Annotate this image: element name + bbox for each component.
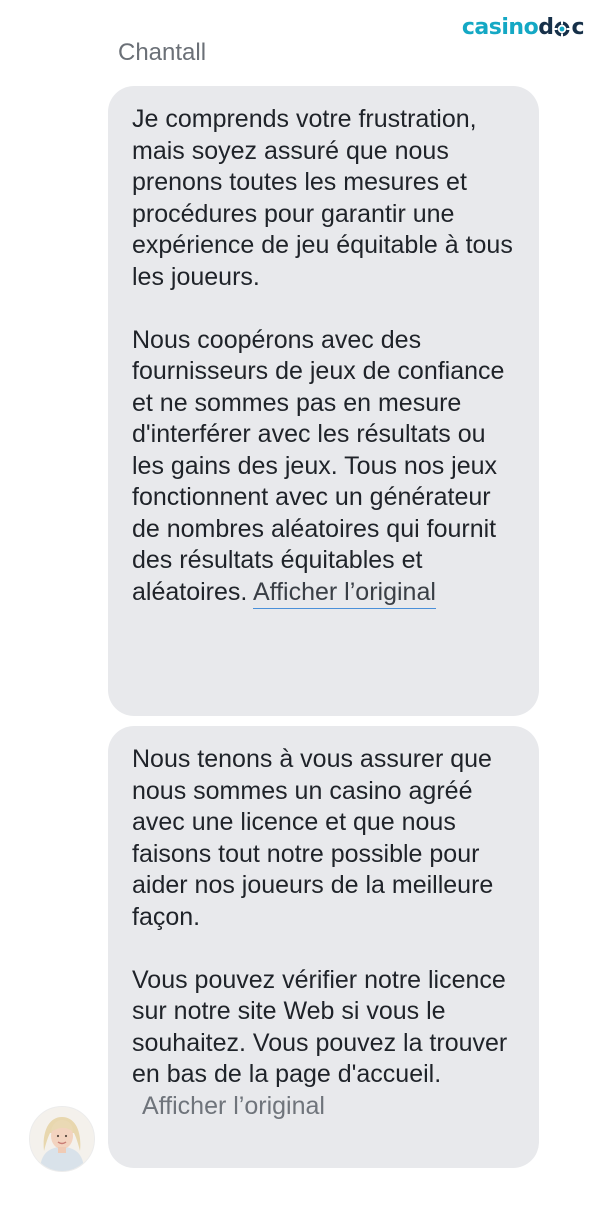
casinodoc-logo: casino d c (461, 12, 585, 44)
message-paragraph: Nous coopérons avec des fournisseurs de … (132, 325, 515, 609)
agent-avatar-image (30, 1107, 94, 1171)
agent-avatar (29, 1106, 95, 1172)
poker-chip-icon (554, 21, 570, 37)
logo-text-c: c (571, 15, 584, 40)
logo-text-d: d (538, 15, 554, 40)
message-paragraph: Vous pouvez vérifier notre licence sur n… (132, 965, 508, 1089)
message-paragraph: Je comprends votre frustration, mais soy… (132, 105, 513, 291)
show-original-link[interactable]: Afficher l’original (252, 577, 436, 609)
message-text: Nous coopérons avec des fournisseurs de … (132, 325, 505, 606)
show-original-link[interactable]: Afficher l’original (142, 1091, 515, 1123)
message-paragraph: Nous tenons à vous assurer que nous somm… (132, 745, 494, 931)
message-bubble: Je comprends votre frustration, mais soy… (108, 86, 539, 716)
message-bubble: Nous tenons à vous assurer que nous somm… (108, 726, 539, 1168)
sender-name: Chantall (118, 39, 207, 66)
logo-text-casino: casino (461, 15, 539, 40)
